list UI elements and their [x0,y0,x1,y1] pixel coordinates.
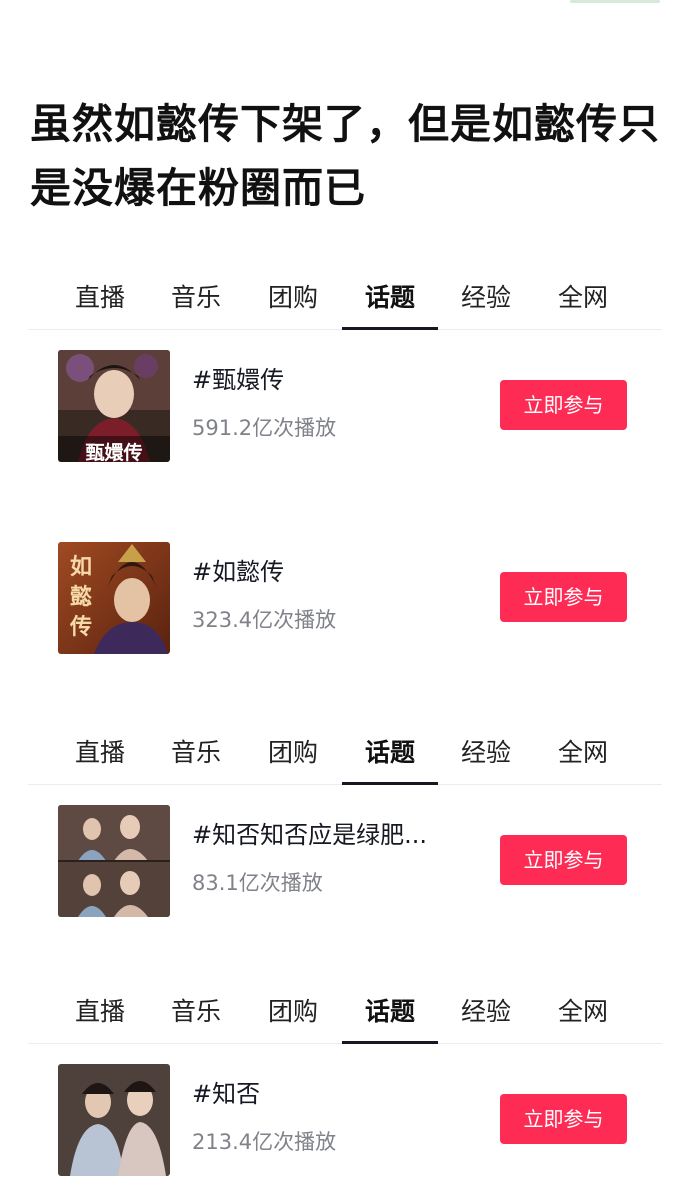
tab-live[interactable]: 直播 [52,982,148,1044]
active-tab-indicator [342,782,438,785]
join-topic-button[interactable]: 立即参与 [500,380,627,430]
tab-experience[interactable]: 经验 [438,268,534,330]
tab-all-web[interactable]: 全网 [535,723,631,785]
search-tab-bar: 直播 音乐 团购 话题 经验 全网 [28,723,662,785]
tab-experience[interactable]: 经验 [438,723,534,785]
tab-music[interactable]: 音乐 [148,268,244,330]
active-tab-indicator [342,327,438,330]
tab-all-web[interactable]: 全网 [535,268,631,330]
search-tab-bar: 直播 音乐 团购 话题 经验 全网 [28,268,662,330]
tab-topics[interactable]: 话题 [342,982,438,1044]
tab-music[interactable]: 音乐 [148,982,244,1044]
topic-title[interactable]: #如懿传 [192,552,284,587]
topic-title[interactable]: #甄嬛传 [192,360,284,395]
tab-music[interactable]: 音乐 [148,723,244,785]
thumbnail-zhifou-2[interactable] [58,1064,170,1176]
tab-live[interactable]: 直播 [52,268,148,330]
tab-topics[interactable]: 话题 [342,268,438,330]
play-count: 213.4亿次播放 [192,1130,337,1154]
play-count: 323.4亿次播放 [192,608,337,632]
topic-title[interactable]: #知否知否应是绿肥... [192,815,427,850]
topic-row[interactable]: #知否 213.4亿次播放 立即参与 [0,1064,690,1178]
join-topic-button[interactable]: 立即参与 [500,1094,627,1144]
top-accent-bar [570,0,660,3]
tab-group-buy[interactable]: 团购 [245,723,341,785]
join-topic-button[interactable]: 立即参与 [500,572,627,622]
tab-all-web[interactable]: 全网 [535,982,631,1044]
page-headline: 虽然如懿传下架了，但是如懿传只是没爆在粉圈而已 [30,100,660,212]
tab-live[interactable]: 直播 [52,723,148,785]
tab-group-buy[interactable]: 团购 [245,268,341,330]
thumbnail-zhenhuan[interactable]: 甄嬛传 [58,350,170,462]
poster-title: 甄嬛传 [85,442,143,462]
tab-experience[interactable]: 经验 [438,982,534,1044]
thumbnail-ruyi[interactable]: 如懿传 [58,542,170,654]
topic-row[interactable]: 如懿传 #如懿传 323.4亿次播放 立即参与 [0,542,690,656]
thumbnail-zhifou[interactable] [58,805,170,917]
play-count: 591.2亿次播放 [192,416,337,440]
topic-row[interactable]: 甄嬛传 #甄嬛传 591.2亿次播放 立即参与 [0,350,690,464]
play-count: 83.1亿次播放 [192,871,323,895]
join-topic-button[interactable]: 立即参与 [500,835,627,885]
search-tab-bar: 直播 音乐 团购 话题 经验 全网 [28,982,662,1044]
topic-row[interactable]: #知否知否应是绿肥... 83.1亿次播放 立即参与 [0,805,690,919]
tab-topics[interactable]: 话题 [342,723,438,785]
poster-title: 如懿传 [70,554,93,640]
tab-group-buy[interactable]: 团购 [245,982,341,1044]
topic-title[interactable]: #知否 [192,1074,260,1109]
active-tab-indicator [342,1041,438,1044]
